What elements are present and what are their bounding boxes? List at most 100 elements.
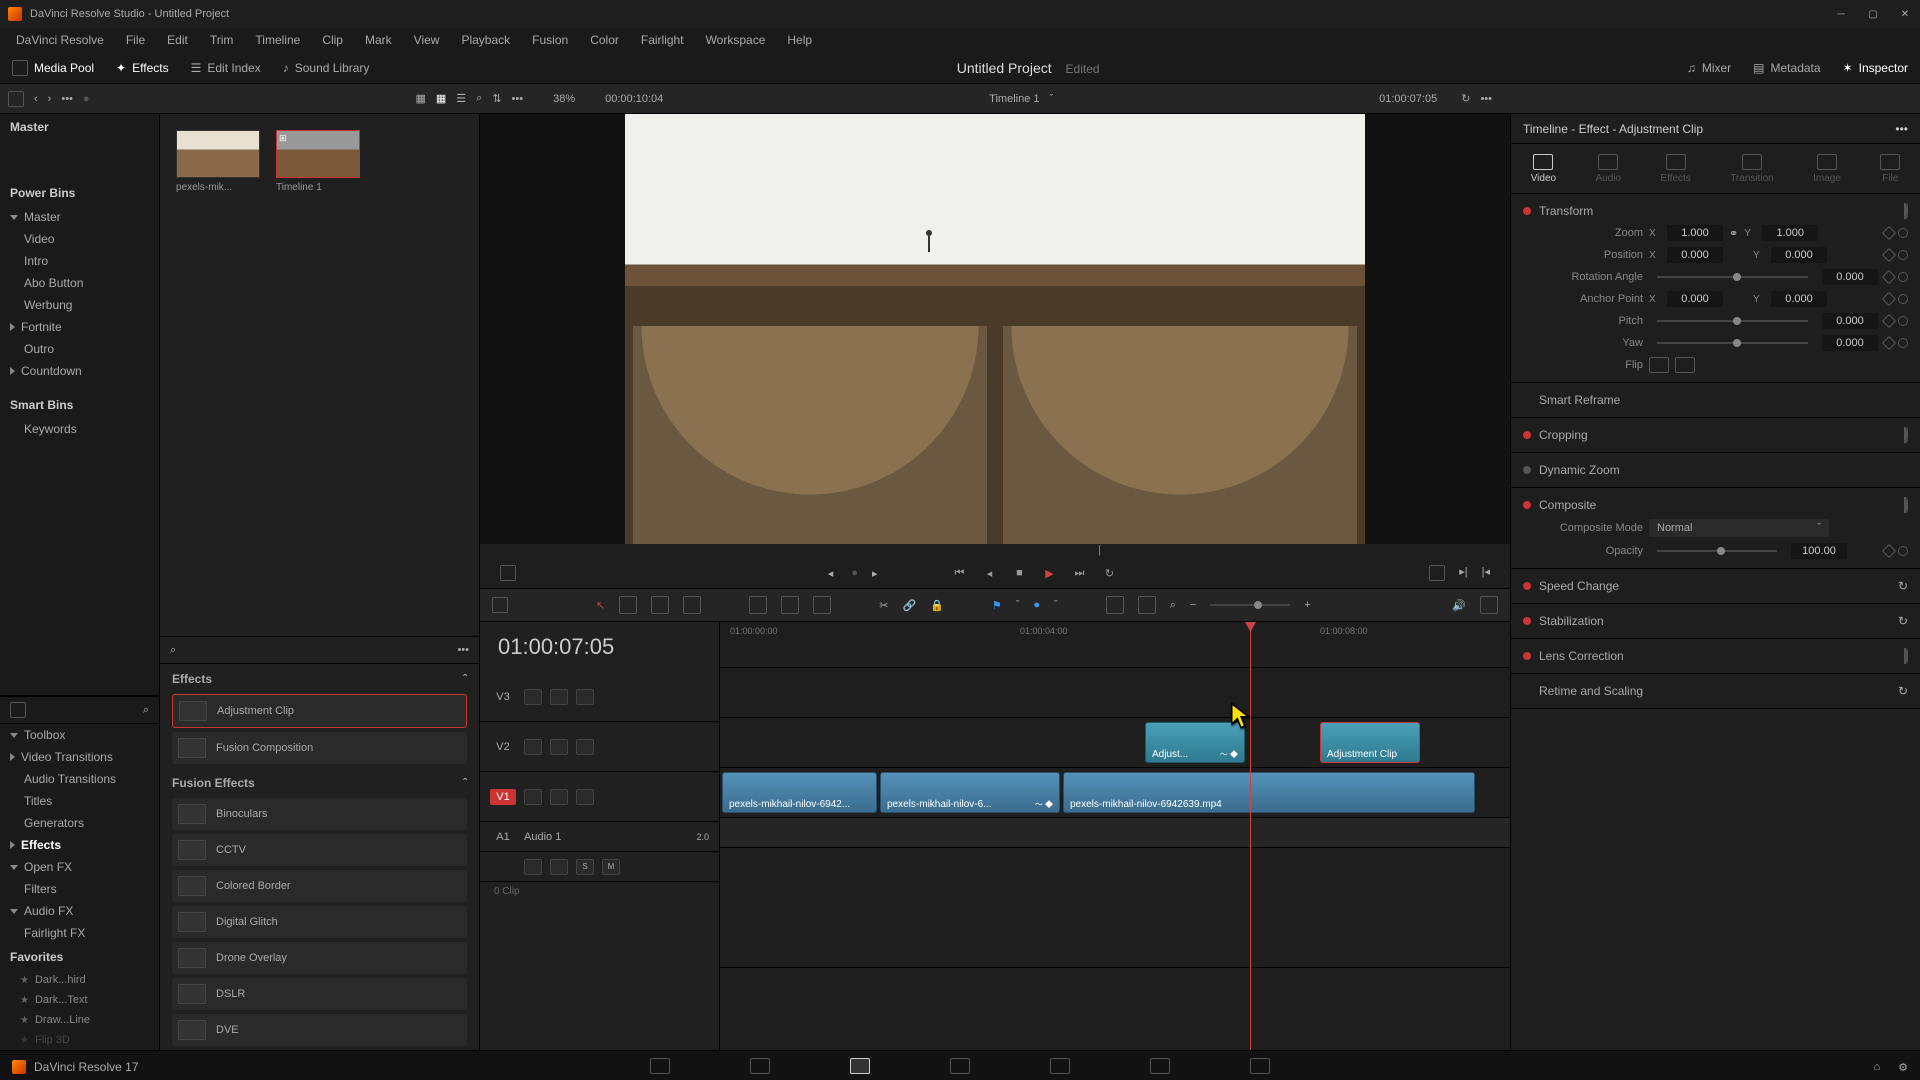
thumb-view-icon[interactable]: ▦ xyxy=(415,92,425,105)
effect-fusion-composition[interactable]: Fusion Composition xyxy=(172,732,467,764)
selection-tool-icon[interactable]: ↖ xyxy=(596,599,605,612)
smart-bins-header[interactable]: Smart Bins xyxy=(0,392,159,418)
search-icon[interactable]: ⌕ xyxy=(1170,599,1176,612)
menu-item[interactable]: Clip xyxy=(312,31,353,49)
effect-item[interactable]: Digital Glitch xyxy=(172,906,467,938)
bin-item[interactable]: Outro xyxy=(0,338,159,360)
dots-icon[interactable]: ••• xyxy=(61,93,73,105)
media-thumb[interactable]: pexels-mik... xyxy=(176,130,260,193)
bin-item[interactable]: Intro xyxy=(0,250,159,272)
section-dynamic-zoom[interactable]: Dynamic Zoom xyxy=(1523,459,1908,481)
effect-item[interactable]: DVE xyxy=(172,1014,467,1046)
tab-file[interactable]: File xyxy=(1880,154,1900,184)
link-icon[interactable]: 🔗 xyxy=(902,599,916,612)
track-solo-icon[interactable]: S xyxy=(576,859,594,875)
toolbox-item[interactable]: Audio Transitions xyxy=(0,768,159,790)
reset-icon[interactable] xyxy=(1896,336,1910,350)
reset-icon[interactable] xyxy=(1906,497,1908,513)
reset-icon[interactable] xyxy=(1896,248,1910,262)
toolbox-header[interactable]: Toolbox xyxy=(0,724,159,746)
close-icon[interactable]: ✕ xyxy=(1898,7,1912,21)
zoom-in-icon[interactable]: + xyxy=(1304,599,1310,611)
page-fusion[interactable] xyxy=(950,1058,970,1074)
home-icon[interactable]: ⌂ xyxy=(1873,1061,1880,1074)
flag-icon[interactable]: ⚑ xyxy=(992,599,1002,612)
reset-icon[interactable] xyxy=(1906,203,1908,219)
bin-item[interactable]: Abo Button xyxy=(0,272,159,294)
menu-item[interactable]: DaVinci Resolve xyxy=(6,31,114,49)
toolbox-item[interactable]: Open FX xyxy=(0,856,159,878)
options-icon[interactable]: ••• xyxy=(512,93,524,105)
inspector-button[interactable]: ✶Inspector xyxy=(1843,61,1908,75)
next-edit-icon[interactable]: ▸ xyxy=(872,567,878,580)
effect-item[interactable]: Drone Overlay xyxy=(172,942,467,974)
enable-dot[interactable] xyxy=(1523,582,1531,590)
keyframe-icon[interactable] xyxy=(1882,270,1896,284)
trim-tool-icon[interactable] xyxy=(619,596,637,614)
bin-view-icon[interactable] xyxy=(8,91,24,107)
toolbox-item[interactable]: Generators xyxy=(0,812,159,834)
reset-icon[interactable] xyxy=(1896,544,1910,558)
section-smart-reframe[interactable]: Smart Reframe xyxy=(1523,389,1908,411)
reset-icon[interactable] xyxy=(1906,427,1908,443)
search-icon[interactable]: ⌕ xyxy=(170,644,176,657)
insert-tool-icon[interactable] xyxy=(683,596,701,614)
yaw-slider[interactable] xyxy=(1657,342,1808,344)
bin-item[interactable]: Countdown xyxy=(0,360,159,382)
toolbox-item[interactable]: Titles xyxy=(0,790,159,812)
clip-adjustment-selected[interactable]: Adjustment Clip xyxy=(1320,722,1420,763)
pitch-slider[interactable] xyxy=(1657,320,1808,322)
clip-video[interactable]: pexels-mikhail-nilov-6942639.mp4 xyxy=(1063,772,1475,813)
page-cut[interactable] xyxy=(750,1058,770,1074)
keyframe-icon[interactable] xyxy=(1882,314,1896,328)
playhead[interactable] xyxy=(1250,622,1251,1050)
keyframe-icon[interactable] xyxy=(1882,226,1896,240)
zoom-slider[interactable] xyxy=(1210,604,1290,606)
menu-item[interactable]: Playback xyxy=(451,31,520,49)
clip-video[interactable]: pexels-mikhail-nilov-6...〜 ◆ xyxy=(880,772,1060,813)
enable-dot[interactable] xyxy=(1523,431,1531,439)
reset-icon[interactable] xyxy=(1896,314,1910,328)
tab-video[interactable]: Video xyxy=(1531,154,1556,184)
bin-item[interactable]: Werbung xyxy=(0,294,159,316)
fullscreen-icon[interactable] xyxy=(1429,565,1445,581)
favorite-item[interactable]: ★Draw...Line xyxy=(0,1010,159,1030)
in-icon[interactable]: |◂ xyxy=(1482,565,1490,581)
reset-icon[interactable]: ↻ xyxy=(1898,579,1908,593)
enable-dot[interactable] xyxy=(1523,652,1531,660)
effect-item[interactable]: CCTV xyxy=(172,834,467,866)
reset-icon[interactable] xyxy=(1896,226,1910,240)
next-frame-icon[interactable]: ⏭ xyxy=(1071,565,1087,581)
page-fairlight[interactable] xyxy=(1150,1058,1170,1074)
toolbox-item-effects[interactable]: Effects xyxy=(0,834,159,856)
timeline-ruler[interactable]: 01:00:00:00 01:00:04:00 01:00:08:00 xyxy=(720,622,1510,668)
page-color[interactable] xyxy=(1050,1058,1070,1074)
section-cropping[interactable]: Cropping xyxy=(1523,424,1908,446)
bin-item[interactable]: Fortnite xyxy=(0,316,159,338)
favorites-header[interactable]: Favorites xyxy=(0,944,159,970)
track-header-v2[interactable]: V2 xyxy=(480,722,719,772)
zoom-y-value[interactable]: 1.000 xyxy=(1762,225,1818,241)
menu-item[interactable]: Help xyxy=(777,31,822,49)
out-icon[interactable]: ▸| xyxy=(1459,565,1467,581)
track-mute-icon[interactable] xyxy=(576,689,594,705)
keyframe-icon[interactable] xyxy=(1882,248,1896,262)
marker-icon[interactable]: ● xyxy=(1033,599,1040,611)
blade-icon[interactable]: ✂ xyxy=(879,599,888,612)
favorite-item[interactable]: ★Dark...hird xyxy=(0,970,159,990)
track-curve-icon[interactable] xyxy=(550,859,568,875)
menu-item[interactable]: Timeline xyxy=(245,31,310,49)
chevron-down-icon[interactable]: ˇ xyxy=(1050,93,1054,105)
track-header-v1[interactable]: V1 xyxy=(480,772,719,822)
razor-tool-icon[interactable] xyxy=(651,596,669,614)
keyframe-icon[interactable] xyxy=(1882,292,1896,306)
maximize-icon[interactable]: ▢ xyxy=(1866,7,1880,21)
effect-item[interactable]: Colored Border xyxy=(172,870,467,902)
favorite-item[interactable]: ★Dark...Text xyxy=(0,990,159,1010)
track-lane-v2[interactable]: Adjust... 〜 ◆ Adjustment Clip xyxy=(720,718,1510,768)
track-lock-icon[interactable] xyxy=(524,789,542,805)
menu-item[interactable]: Mark xyxy=(355,31,402,49)
sort-icon[interactable]: ⇅ xyxy=(492,92,501,105)
meter-icon[interactable] xyxy=(1480,596,1498,614)
search-icon[interactable]: ⌕ xyxy=(143,704,149,717)
